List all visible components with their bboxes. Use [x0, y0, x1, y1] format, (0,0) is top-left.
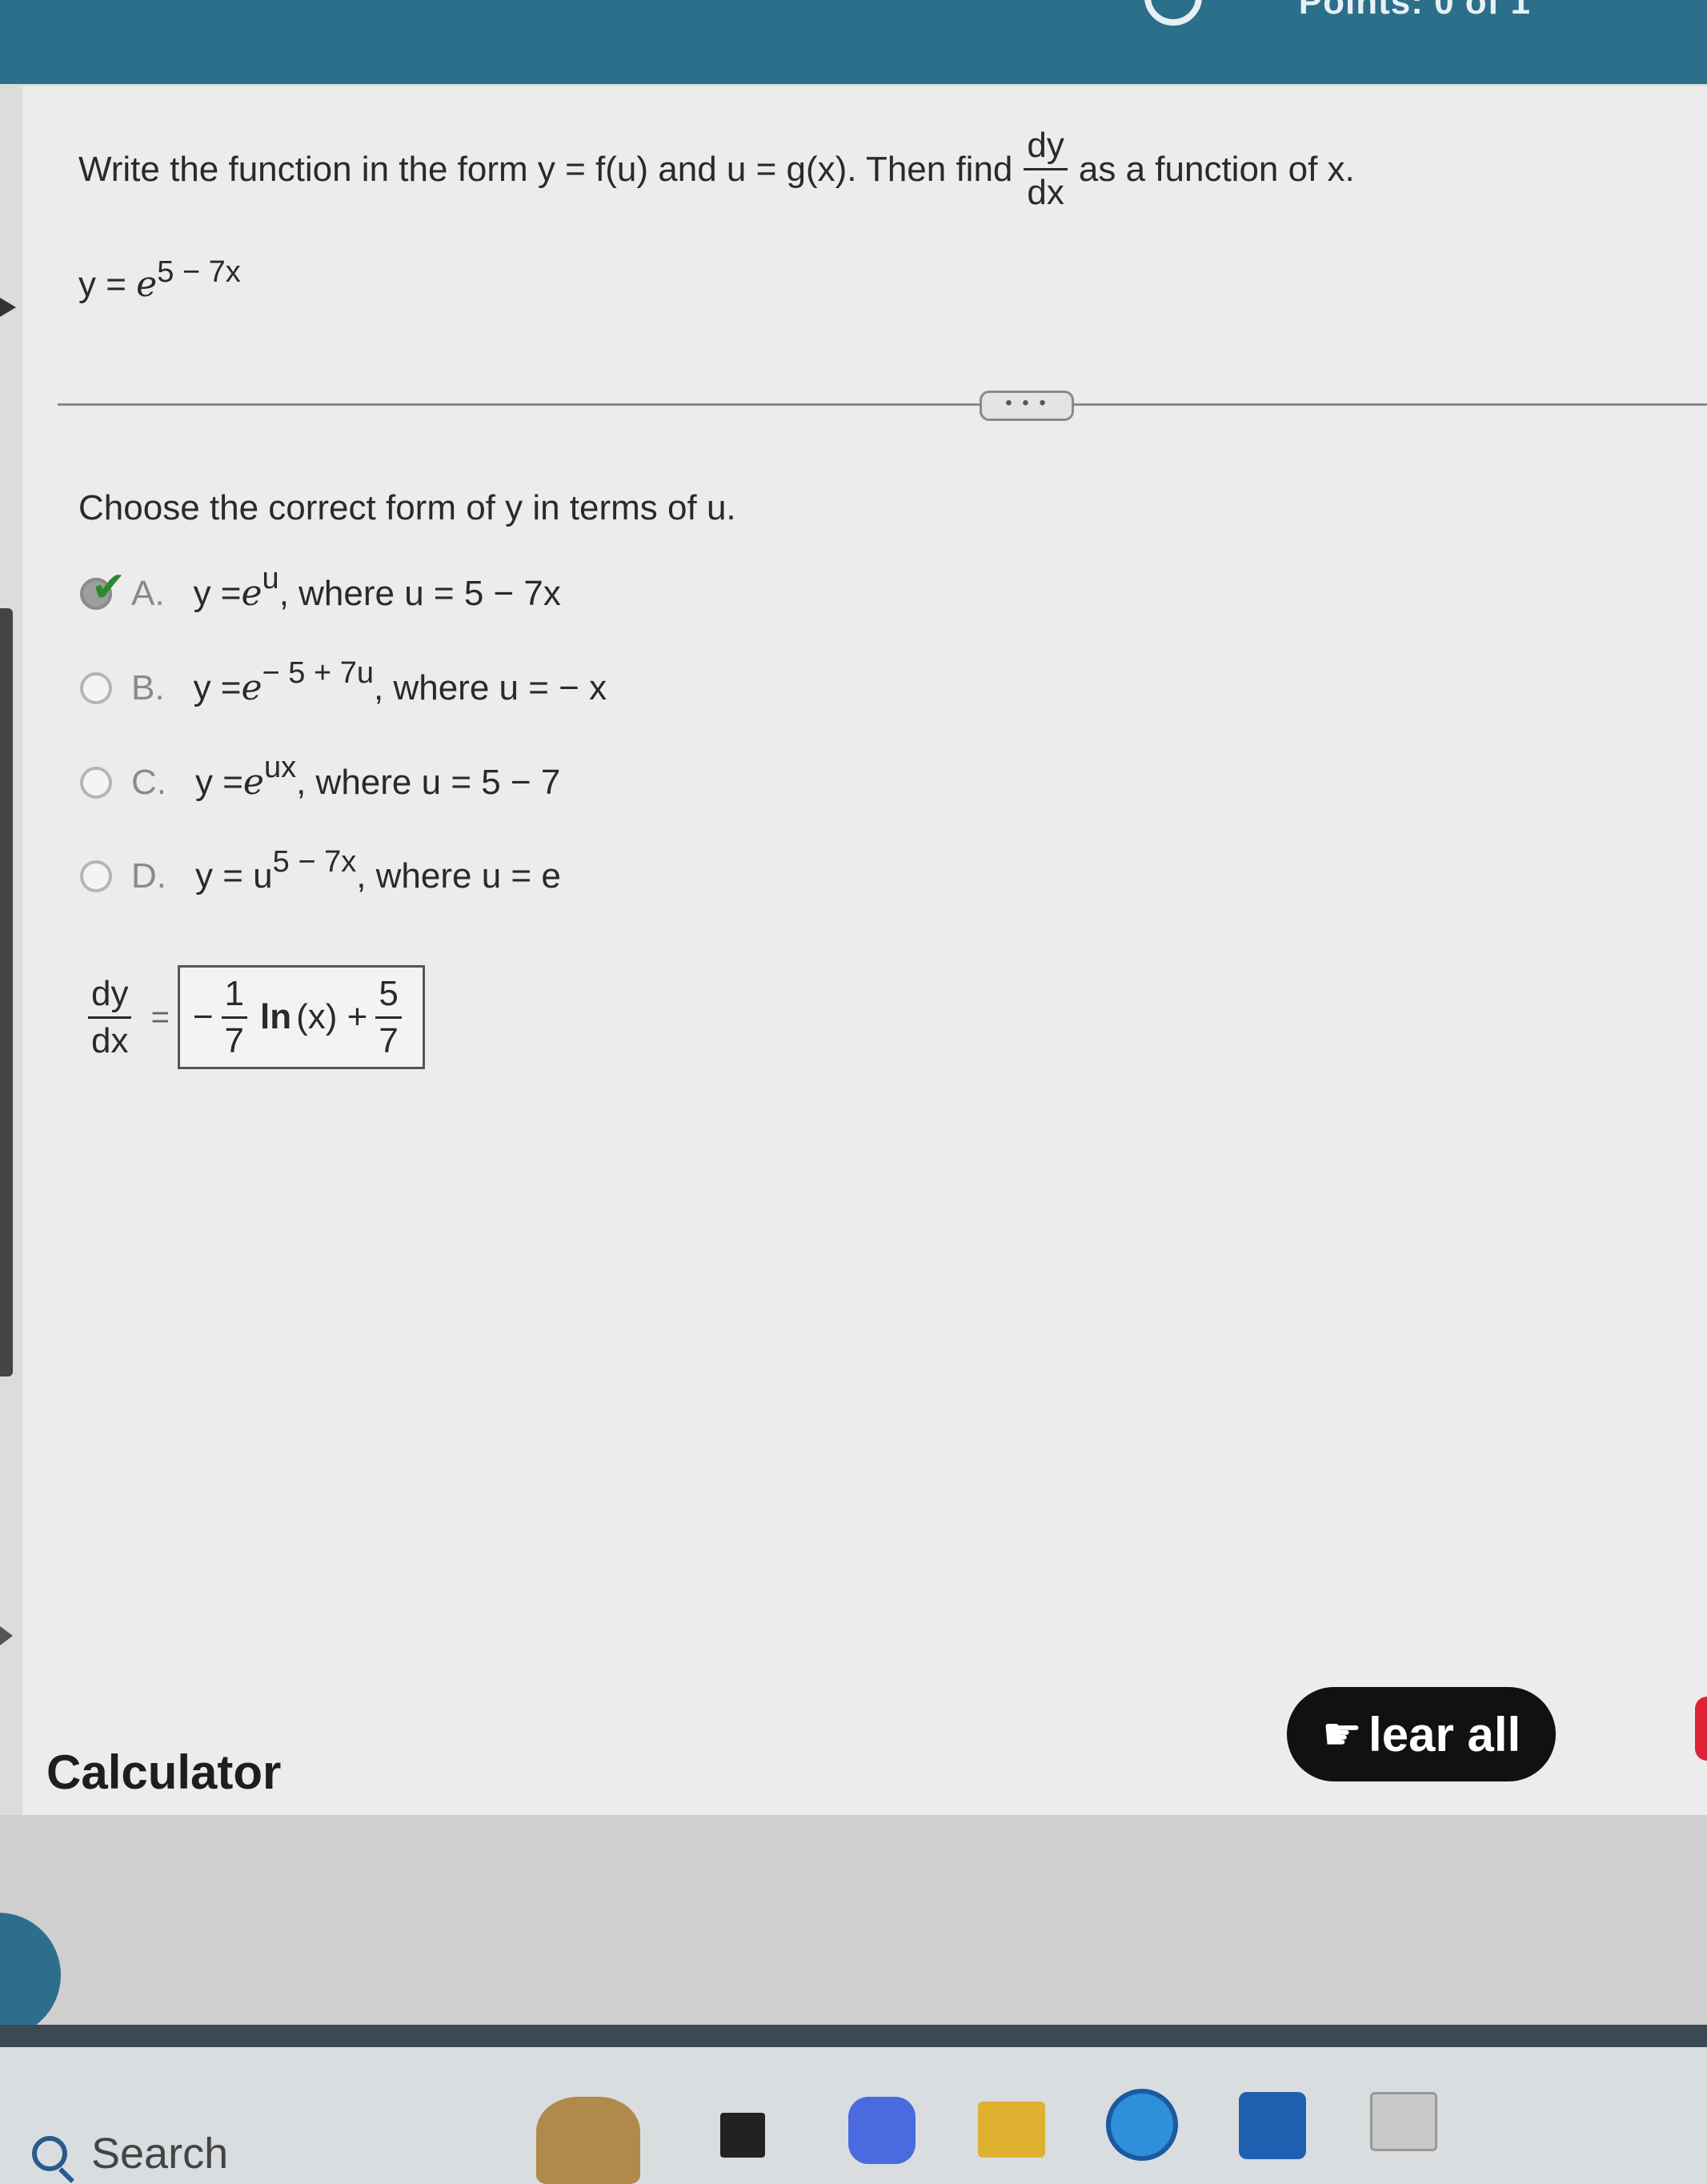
- top-bar: Points: 0 of 1: [0, 0, 1707, 84]
- option-where: , where u = 5 − 7: [296, 762, 561, 802]
- fraction-numerator: 5: [379, 973, 399, 1013]
- function-lhs: y =: [78, 265, 137, 304]
- checkmark-icon: ✔: [91, 563, 126, 611]
- option-e: e: [242, 762, 264, 803]
- window-bottom-edge: [0, 2025, 1707, 2047]
- file-explorer-icon[interactable]: [978, 2102, 1045, 2158]
- option-letter: A.: [131, 573, 165, 613]
- fraction-denominator: dx: [1024, 168, 1068, 210]
- fraction-denominator: 7: [221, 1016, 248, 1059]
- option-a[interactable]: ✔ A. y = eu, where u = 5 − 7x: [80, 562, 561, 614]
- lower-band: [0, 1815, 1707, 2025]
- answer-fraction-2: 5 7: [375, 973, 402, 1059]
- option-c[interactable]: C. y = e ux, where u = 5 − 7: [80, 751, 561, 803]
- dydx-fraction: dy dx: [1024, 126, 1068, 210]
- copilot-icon[interactable]: [848, 2097, 916, 2164]
- answer-lhs-fraction: dy dx: [88, 973, 132, 1059]
- option-exponent: 5 − 7x: [272, 844, 357, 879]
- option-letter: D.: [131, 856, 166, 896]
- function-e: e: [136, 264, 158, 305]
- answer-row: dy dx = − 1 7 ln (x) + 5 7: [77, 965, 425, 1069]
- fraction-denominator: dx: [88, 1016, 132, 1059]
- expand-arrow-icon[interactable]: [0, 1626, 13, 1645]
- option-y: y =: [195, 762, 243, 802]
- option-y: y =: [193, 667, 242, 707]
- answer-fraction-1: 1 7: [221, 973, 248, 1059]
- edge-browser-icon[interactable]: [1106, 2089, 1178, 2161]
- option-b[interactable]: B. y = e − 5 + 7u, where u = − x: [80, 656, 607, 708]
- option-e: e: [241, 573, 262, 614]
- option-d[interactable]: D. y = u5 − 7x, where u = e: [80, 845, 561, 896]
- divider: [58, 403, 1707, 406]
- fraction-numerator: 1: [224, 973, 245, 1013]
- option-y: y =: [193, 573, 242, 613]
- option-exponent: ux: [263, 751, 297, 784]
- option-e: e: [241, 667, 262, 708]
- task-view-icon[interactable]: [720, 2113, 765, 2158]
- option-where: , where u = e: [356, 856, 561, 896]
- radio-button[interactable]: [80, 671, 112, 704]
- equals-sign: =: [150, 999, 170, 1035]
- fraction-denominator: 7: [375, 1016, 402, 1059]
- radio-button[interactable]: ✔: [80, 564, 126, 611]
- side-tab[interactable]: [0, 608, 13, 1377]
- ln-argument: (x) +: [296, 997, 368, 1036]
- option-where: , where u = 5 − 7x: [278, 573, 561, 613]
- question-before: Write the function in the form y = f(u) …: [78, 149, 1013, 189]
- option-letter: C.: [131, 762, 166, 802]
- option-y: y = u: [195, 856, 273, 896]
- answer-input[interactable]: − 1 7 ln (x) + 5 7: [177, 965, 425, 1069]
- photos-icon[interactable]: [1370, 2092, 1437, 2151]
- clear-all-label: lear all: [1368, 1707, 1521, 1761]
- store-icon[interactable]: [1239, 2092, 1306, 2159]
- taskbar-search[interactable]: Search: [32, 2129, 228, 2178]
- search-label: Search: [91, 2130, 229, 2178]
- option-exponent: − 5 + 7u: [262, 656, 375, 690]
- given-function: y = e5 − 7x: [78, 255, 241, 305]
- points-text: Points: 0 of 1: [1298, 0, 1531, 22]
- function-exponent: 5 − 7x: [157, 255, 241, 289]
- collapse-arrow-icon[interactable]: [0, 298, 16, 317]
- radio-button[interactable]: [80, 860, 112, 892]
- minus-sign: −: [192, 997, 214, 1036]
- more-button[interactable]: • • •: [980, 391, 1074, 421]
- calculator-link[interactable]: Calculator: [46, 1745, 281, 1800]
- option-exponent: u: [262, 562, 279, 595]
- hand-cursor-icon: ☛: [1321, 1709, 1363, 1759]
- red-button-edge[interactable]: [1695, 1697, 1707, 1761]
- fraction-numerator: dy: [1027, 126, 1064, 165]
- fraction-numerator: dy: [91, 973, 129, 1013]
- progress-circle-icon: [1144, 0, 1202, 26]
- ln-function: ln: [260, 997, 292, 1036]
- widgets-icon[interactable]: [536, 2097, 640, 2184]
- prompt-text: Choose the correct form of y in terms of…: [78, 488, 736, 527]
- clear-all-button[interactable]: ☛ lear all: [1287, 1687, 1556, 1781]
- question-text: Write the function in the form y = f(u) …: [78, 128, 1355, 210]
- option-letter: B.: [131, 667, 165, 707]
- search-icon: [32, 2136, 67, 2171]
- option-where: , where u = − x: [374, 667, 607, 707]
- radio-button[interactable]: [80, 766, 112, 799]
- question-after: as a function of x.: [1078, 149, 1355, 189]
- question-panel: [22, 86, 1707, 1815]
